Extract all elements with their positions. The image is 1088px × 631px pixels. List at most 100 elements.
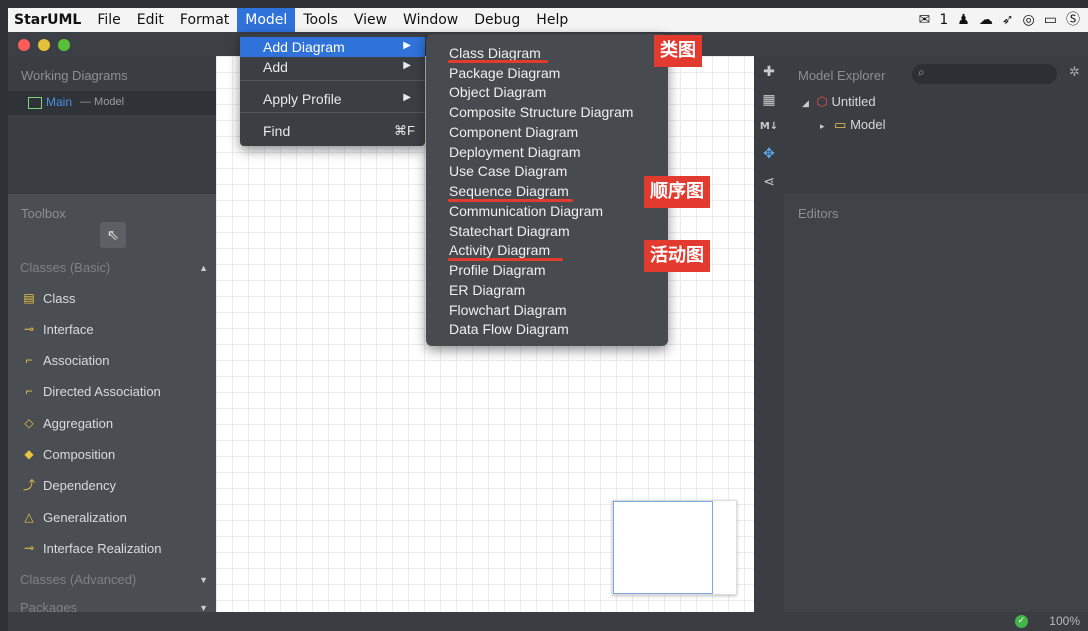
menu-item-flowchart-diagram[interactable]: Flowchart Diagram	[449, 301, 566, 319]
section-classes-basic[interactable]: Classes (Basic) ▲	[8, 254, 216, 282]
tool-label: Directed Association	[43, 384, 161, 399]
menu-separator	[240, 80, 425, 81]
menu-file[interactable]: File	[89, 8, 128, 32]
activity-diagram-underline	[448, 258, 563, 261]
menu-item-data-flow-diagram[interactable]: Data Flow Diagram	[449, 320, 569, 338]
close-window-icon[interactable]	[18, 39, 30, 51]
send-icon[interactable]: ➶	[1002, 8, 1014, 32]
working-diagram-item[interactable]: Main — Model	[8, 91, 216, 115]
menu-item-add[interactable]: Add ▶	[240, 57, 425, 77]
menu-edit[interactable]: Edit	[129, 8, 172, 32]
tool-generalization[interactable]: △ Generalization	[8, 503, 216, 533]
zoom-level[interactable]: 100%	[1049, 614, 1080, 628]
dependency-icon: ⤴	[22, 478, 35, 492]
tool-aggregation[interactable]: ◇ Aggregation	[8, 409, 216, 439]
composition-icon: ◆	[24, 447, 34, 461]
working-diagrams-title: Working Diagrams	[21, 68, 128, 83]
menu-item-apply-profile[interactable]: Apply Profile ▶	[240, 89, 425, 109]
extensions-icon[interactable]: ✚	[759, 62, 779, 82]
tool-composition[interactable]: ◆ Composition	[8, 440, 216, 470]
toolbox-panel: Toolbox ⇖ Classes (Basic) ▲ ▤ Class ⊸ In…	[8, 194, 216, 612]
directed-association-icon: ⌐	[25, 384, 33, 398]
explorer-search-input[interactable]	[912, 64, 1057, 84]
layout-icon[interactable]: ▦	[759, 90, 779, 110]
menu-item-component-diagram[interactable]: Component Diagram	[449, 123, 578, 141]
menu-tools[interactable]: Tools	[295, 8, 346, 32]
submenu-arrow-icon: ▶	[403, 92, 411, 103]
toolbox-title: Toolbox	[21, 206, 66, 221]
tree-item-model[interactable]: ▸ ▭ Model	[820, 117, 886, 133]
menu-item-statechart-diagram[interactable]: Statechart Diagram	[449, 222, 570, 240]
menu-item-object-diagram[interactable]: Object Diagram	[449, 83, 546, 101]
tool-label: Generalization	[43, 510, 127, 525]
qq-icon[interactable]: ♟	[957, 8, 970, 32]
menu-item-profile-diagram[interactable]: Profile Diagram	[449, 261, 545, 279]
menu-item-find[interactable]: Find ⌘F	[240, 121, 425, 141]
interface-icon: ⊸	[23, 322, 35, 336]
navigator-icon[interactable]: ✥	[759, 144, 779, 164]
menu-item-activity-diagram[interactable]: Activity Diagram	[449, 241, 550, 259]
menu-item-add-diagram[interactable]: Add Diagram ▶	[240, 37, 425, 57]
working-diagram-owner: — Model	[80, 96, 125, 108]
minimap-viewport[interactable]	[613, 501, 713, 594]
project-icon: ⬡	[816, 94, 828, 109]
working-diagram-name: Main	[46, 95, 73, 109]
menu-app-name[interactable]: StarUML	[8, 8, 89, 32]
minimize-window-icon[interactable]	[38, 39, 50, 51]
editors-title: Editors	[798, 206, 839, 221]
submenu-arrow-icon: ▶	[403, 60, 411, 71]
wechat-icon[interactable]: ✉	[919, 8, 931, 32]
share-icon[interactable]: ⋖	[759, 172, 779, 192]
app-s-icon[interactable]: Ⓢ	[1066, 8, 1080, 32]
tool-class[interactable]: ▤ Class	[8, 284, 216, 314]
menu-item-communication-diagram[interactable]: Communication Diagram	[449, 202, 603, 220]
menu-item-deployment-diagram[interactable]: Deployment Diagram	[449, 143, 581, 161]
tree-label: Model	[850, 117, 886, 132]
menu-item-composite-structure-diagram[interactable]: Composite Structure Diagram	[449, 103, 633, 121]
tool-interface[interactable]: ⊸ Interface	[8, 315, 216, 345]
menu-item-package-diagram[interactable]: Package Diagram	[449, 64, 560, 82]
menu-item-sequence-diagram[interactable]: Sequence Diagram	[449, 182, 569, 200]
gear-icon[interactable]: ✲	[1069, 65, 1080, 80]
menu-model[interactable]: Model	[237, 8, 296, 32]
collapse-arrow-icon[interactable]: ▸	[820, 121, 825, 131]
menu-item-use-case-diagram[interactable]: Use Case Diagram	[449, 162, 567, 180]
editors-panel: Editors	[784, 194, 1088, 612]
menu-format[interactable]: Format	[172, 8, 237, 32]
clock-icon[interactable]: ◎	[1023, 8, 1035, 32]
expand-arrow-icon[interactable]: ◢	[802, 98, 809, 108]
markdown-icon[interactable]: M↓	[759, 117, 779, 137]
menu-help[interactable]: Help	[528, 8, 576, 32]
check-icon: ✓	[1015, 615, 1028, 628]
generalization-icon: △	[24, 510, 34, 524]
tool-interface-realization[interactable]: ⊸ Interface Realization	[8, 534, 216, 564]
model-explorer-title: Model Explorer	[798, 68, 886, 83]
pointer-tool-button[interactable]: ⇖	[100, 222, 126, 248]
tree-item-untitled[interactable]: ◢ ⬡ Untitled	[802, 94, 876, 110]
class-icon: ▤	[23, 291, 35, 305]
section-classes-advanced[interactable]: Classes (Advanced) ▼	[8, 566, 216, 594]
menu-debug[interactable]: Debug	[466, 8, 528, 32]
tool-association[interactable]: ⌐ Association	[8, 346, 216, 376]
package-icon: ▭	[834, 117, 847, 132]
menu-window[interactable]: Window	[395, 8, 466, 32]
airplay-icon[interactable]: ▭	[1044, 8, 1057, 32]
collapse-arrow-icon: ▲	[199, 263, 208, 273]
menu-item-er-diagram[interactable]: ER Diagram	[449, 281, 525, 299]
sequence-diagram-underline	[448, 199, 573, 202]
zoom-window-icon[interactable]	[58, 39, 70, 51]
association-icon: ⌐	[25, 353, 33, 367]
tool-dependency[interactable]: ⤴ Dependency	[8, 471, 216, 501]
minimap[interactable]	[612, 500, 737, 595]
tool-label: Dependency	[43, 478, 116, 493]
search-icon: ⌕	[918, 65, 925, 79]
menu-separator	[240, 112, 425, 113]
tool-label: Composition	[43, 447, 116, 462]
section-label: Classes (Advanced)	[20, 572, 137, 587]
tool-directed-association[interactable]: ⌐ Directed Association	[8, 377, 216, 407]
tool-label: Aggregation	[43, 416, 114, 431]
cloud-icon[interactable]: ☁	[979, 8, 993, 32]
menu-view[interactable]: View	[346, 8, 395, 32]
section-packages[interactable]: Packages ▼	[8, 594, 216, 612]
class-diagram-icon	[28, 97, 42, 109]
